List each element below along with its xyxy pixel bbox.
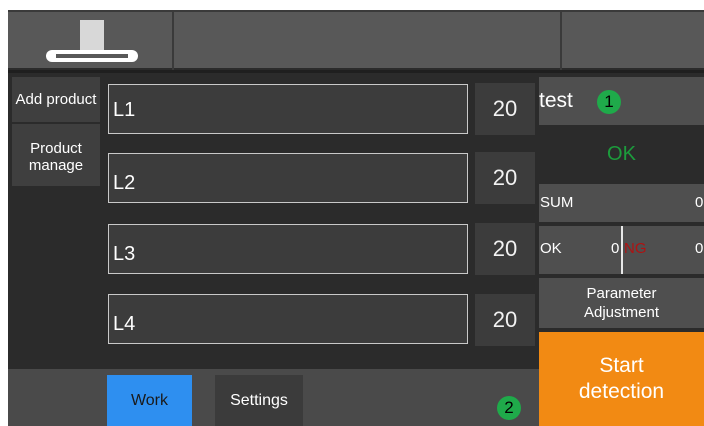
start-detection-label: Start detection [578, 354, 665, 403]
product-label: L1 [113, 99, 136, 121]
tab-work[interactable]: Work [107, 375, 192, 426]
ok-ng-divider [621, 226, 623, 274]
conveyor-logo-icon [46, 20, 138, 62]
add-product-button[interactable]: Add product [12, 77, 100, 122]
top-center-cell [174, 12, 560, 68]
product-count-l4[interactable]: 20 [475, 294, 535, 346]
ok-label: OK [540, 240, 562, 257]
top-right-cell [562, 12, 704, 68]
top-bar [8, 10, 704, 70]
product-label: L3 [113, 243, 136, 265]
ok-value: 0 [611, 240, 620, 257]
tab-settings[interactable]: Settings [215, 375, 303, 426]
product-label: L2 [113, 172, 136, 194]
app-window: Add product Product manage L1 20 L2 20 L… [8, 10, 704, 426]
current-product-name: test [539, 89, 573, 112]
ng-value: 0 [695, 240, 704, 257]
logo-cell[interactable] [8, 12, 172, 68]
product-count-l2[interactable]: 20 [475, 152, 535, 204]
ng-label: NG [624, 240, 647, 257]
count-value: 20 [492, 96, 518, 121]
parameter-adjustment-button[interactable]: Parameter Adjustment [539, 278, 704, 328]
product-field-l4[interactable]: L4 [108, 294, 468, 344]
product-field-l2[interactable]: L2 [108, 153, 468, 203]
product-manage-label: Product manage [28, 140, 84, 174]
sum-row: SUM 0 [539, 184, 704, 222]
detection-status: OK [539, 127, 704, 182]
sum-value: 0 [695, 194, 704, 211]
product-count-l3[interactable]: 20 [475, 223, 535, 275]
start-detection-button[interactable]: Start detection [539, 332, 704, 426]
tab-settings-label: Settings [230, 391, 288, 409]
product-field-l1[interactable]: L1 [108, 84, 468, 134]
product-manage-button[interactable]: Product manage [12, 124, 100, 186]
header-divider [8, 70, 704, 73]
product-field-l3[interactable]: L3 [108, 224, 468, 274]
step-badge-1: 1 [597, 90, 621, 114]
ok-ng-row: OK 0 NG 0 [539, 226, 704, 274]
sum-label: SUM [540, 194, 574, 211]
current-product-panel: test 1 [539, 77, 704, 125]
add-product-label: Add product [15, 91, 97, 108]
count-value: 20 [492, 236, 518, 261]
tab-work-label: Work [130, 391, 169, 409]
count-value: 20 [492, 307, 518, 332]
parameter-adjustment-label: Parameter Adjustment [583, 285, 660, 321]
bottom-nav: Work Settings 2 [8, 369, 539, 426]
product-count-l1[interactable]: 20 [475, 83, 535, 135]
product-label: L4 [113, 313, 136, 335]
count-value: 20 [492, 165, 518, 190]
step-badge-2: 2 [497, 396, 521, 420]
